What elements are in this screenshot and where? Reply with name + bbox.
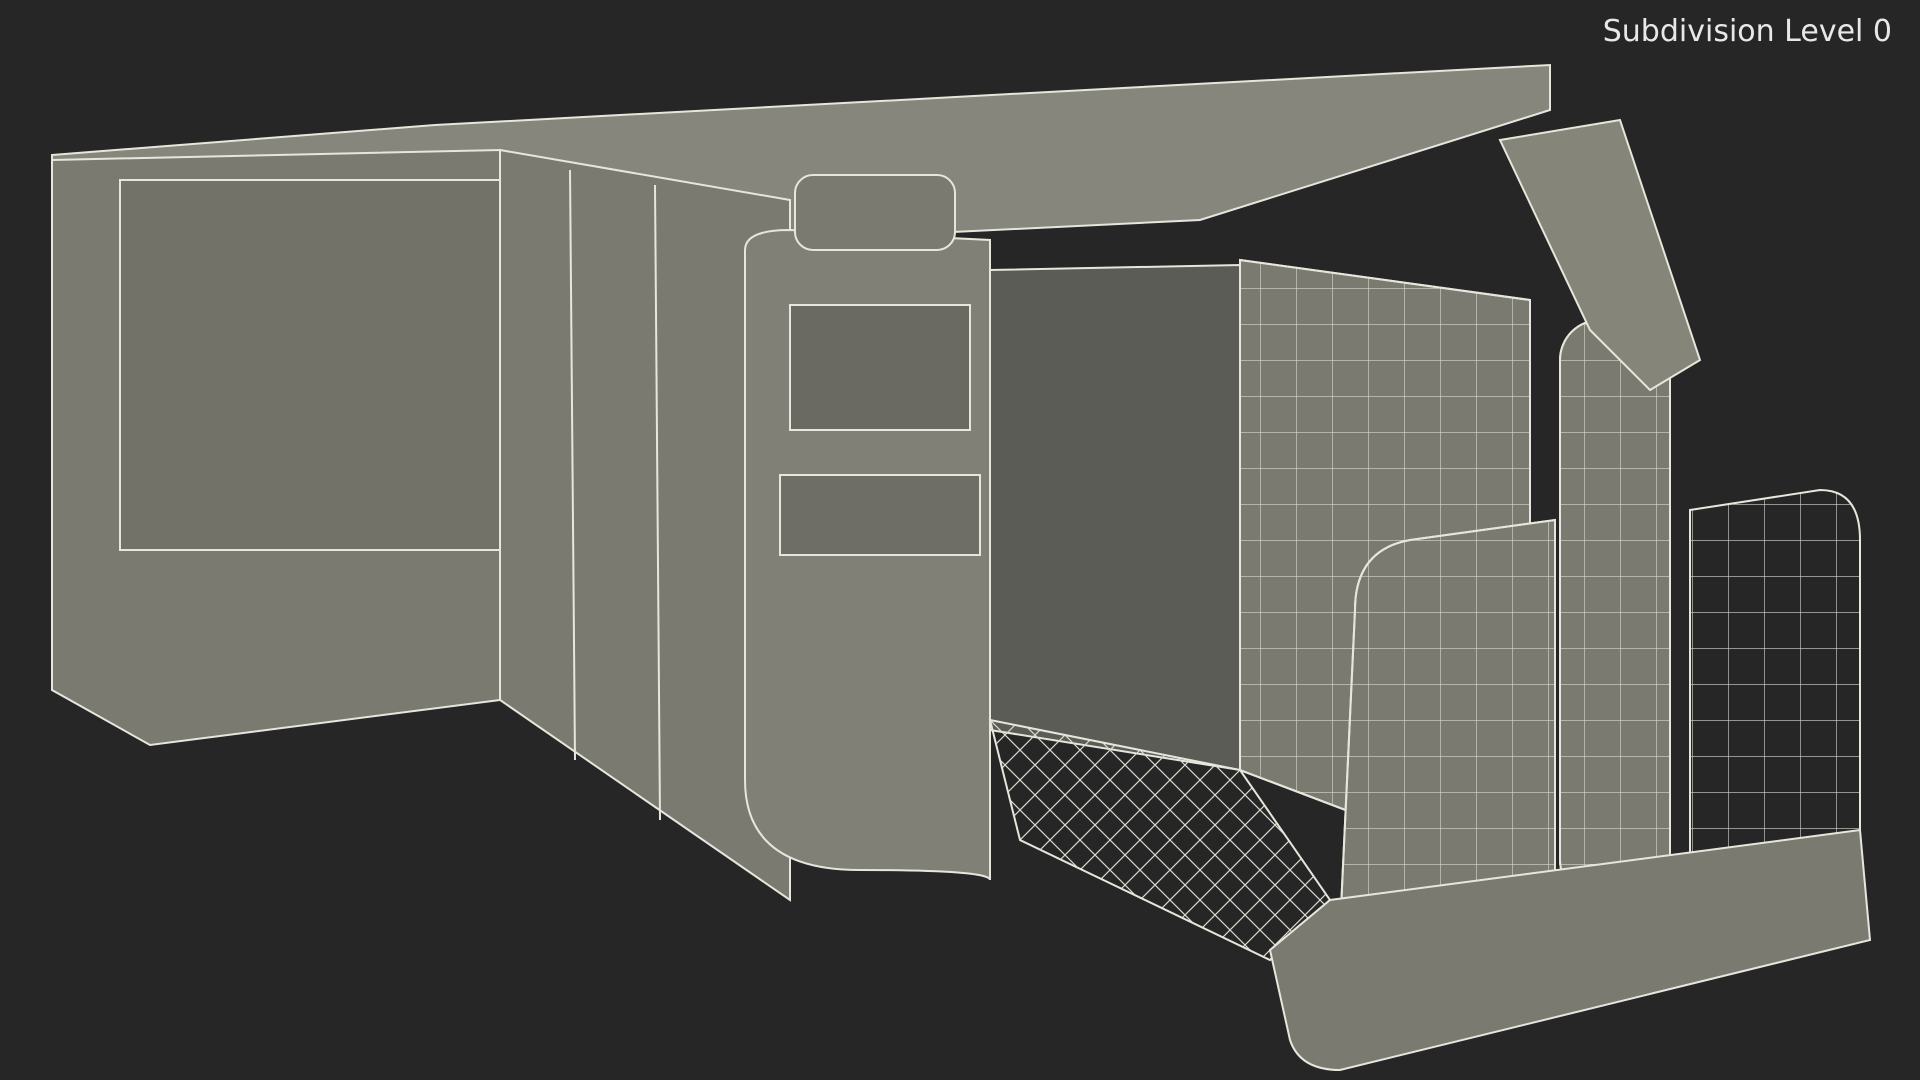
atm-screen — [789, 304, 971, 431]
atm-booth-wireframe-render — [51, 63, 1872, 1072]
front-panel-right — [1689, 488, 1861, 862]
atm-topper — [794, 174, 956, 251]
atm-card-slot-panel — [779, 474, 981, 556]
booth-interior-back — [989, 263, 1241, 772]
